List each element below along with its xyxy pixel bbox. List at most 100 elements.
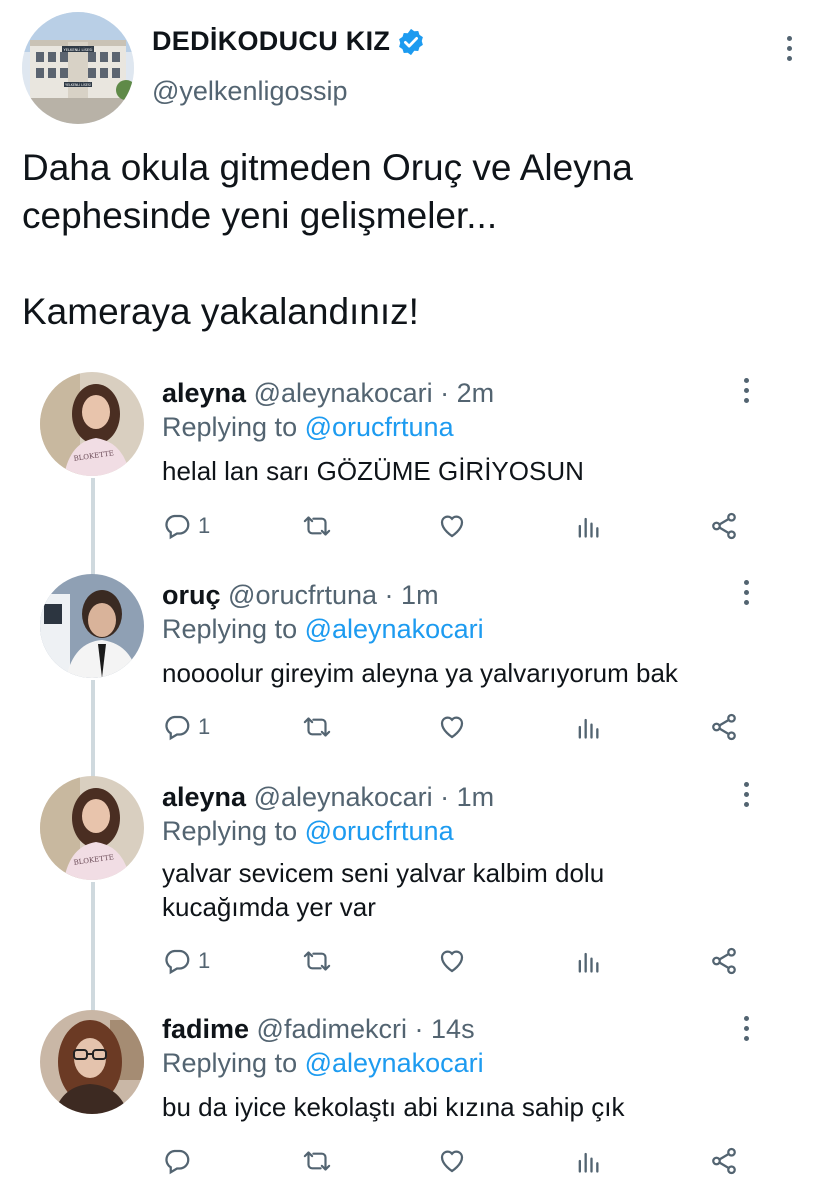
thread-line [91,680,95,779]
more-icon[interactable] [744,782,750,812]
main-handle[interactable]: @yelkenligossip [152,76,348,107]
more-icon[interactable] [744,378,750,408]
reply-icon [165,514,190,540]
reply-button[interactable]: 1 [162,946,210,976]
replying-to: Replying to @aleynakocari [162,1048,484,1079]
replying-prefix: Replying to [162,1048,298,1078]
retweet-button[interactable] [300,1146,334,1176]
replying-to: Replying to @aleynakocari [162,614,484,645]
more-icon[interactable] [787,36,793,66]
main-avatar[interactable]: YELKENLİ LİSESİ YELKENLİ LİSESİ [22,12,134,124]
share-button[interactable] [708,1146,740,1176]
thread-line [91,882,95,1015]
share-icon [712,713,736,741]
reply-name[interactable]: aleyna [162,378,246,408]
reply-handle[interactable]: @aleynakocari [254,782,433,812]
more-icon[interactable] [744,580,750,610]
reply-name[interactable]: fadime [162,1014,249,1044]
reply-avatar-aleyna[interactable]: BLOKETTE [40,776,144,880]
reply-button[interactable] [162,1146,198,1176]
reply-handle[interactable]: @aleynakocari [254,378,433,408]
like-button[interactable] [437,1146,467,1176]
school-building-image: YELKENLİ LİSESİ YELKENLİ LİSESİ [22,12,134,124]
main-text-line-1: Daha okula gitmeden Oruç ve Aleyna [22,147,633,188]
retweet-button[interactable] [300,712,334,742]
reply-button[interactable]: 1 [162,712,210,742]
replying-to-link[interactable]: @aleynakocari [305,1048,484,1078]
reply-sep: · [384,580,394,610]
main-display-name[interactable]: DEDİKODUCU KIZ [152,26,426,57]
heart-icon [440,950,464,973]
replying-to-link[interactable]: @aleynakocari [305,614,484,644]
main-tweet-text: Daha okula gitmeden Oruç ve Aleyna cephes… [22,144,802,336]
verified-badge-icon [399,28,424,55]
avatar-photo: BLOKETTE [40,776,144,880]
analytics-icon [578,517,599,538]
avatar-photo [40,1010,144,1114]
retweet-button[interactable] [300,946,334,976]
reply-sep: · [414,1014,424,1044]
reply-header: aleyna @aleynakocari · 1m [162,782,494,813]
analytics-icon [578,718,599,739]
replying-to-link[interactable]: @orucfrtuna [305,816,454,846]
replying-to: Replying to @orucfrtuna [162,412,454,443]
heart-icon [440,515,464,538]
main-name-text: DEDİKODUCU KIZ [152,26,391,56]
reply-text: helal lan sarı GÖZÜME GİRİYOSUN [162,456,584,486]
reply-name[interactable]: aleyna [162,782,246,812]
thread-line [91,478,95,577]
reply-icon [165,949,190,975]
reply-handle[interactable]: @orucfrtuna [228,580,377,610]
reply-header: oruç @orucfrtuna · 1m [162,580,439,611]
replying-prefix: Replying to [162,412,298,442]
views-button[interactable] [574,1146,602,1176]
main-text-line-2: cephesinde yeni gelişmeler... [22,195,498,236]
reply-time[interactable]: 1m [401,580,439,610]
avatar-photo: BLOKETTE [40,372,144,476]
share-button[interactable] [708,712,740,742]
retweet-icon [303,717,331,737]
reply-count: 1 [198,513,211,538]
views-button[interactable] [574,511,602,541]
avatar-photo [40,574,144,678]
share-icon [712,1147,736,1175]
like-button[interactable] [437,946,467,976]
share-icon [712,947,736,975]
more-icon[interactable] [744,1016,750,1046]
reply-avatar-fadime[interactable] [40,1010,144,1114]
school-sign-top: YELKENLİ LİSESİ [64,47,93,52]
reply-time[interactable]: 1m [457,782,495,812]
retweet-icon [303,516,331,536]
reply-header: aleyna @aleynakocari · 2m [162,378,494,409]
reply-name[interactable]: oruç [162,580,221,610]
reply-header: fadime @fadimekcri · 14s [162,1014,475,1045]
reply-avatar-aleyna[interactable]: BLOKETTE [40,372,144,476]
reply-text: yalvar sevicem seni yalvar kalbim dolu k… [162,858,605,922]
reply-count: 1 [198,948,211,973]
replying-to: Replying to @orucfrtuna [162,816,454,847]
reply-text: noooolur gireyim aleyna ya yalvarıyorum … [162,658,678,688]
reply-button[interactable]: 1 [162,511,210,541]
main-text-line-3: Kameraya yakalandınız! [22,291,419,332]
like-button[interactable] [437,511,467,541]
views-button[interactable] [574,946,602,976]
reply-handle[interactable]: @fadimekcri [257,1014,407,1044]
share-icon [712,512,736,540]
replying-prefix: Replying to [162,614,298,644]
reply-avatar-oruc[interactable] [40,574,144,678]
reply-count: 1 [198,714,211,739]
analytics-icon [578,1152,599,1173]
retweet-button[interactable] [300,511,334,541]
retweet-icon [303,951,331,971]
share-button[interactable] [708,511,740,541]
like-button[interactable] [437,712,467,742]
replying-to-link[interactable]: @orucfrtuna [305,412,454,442]
reply-icon [165,1149,190,1175]
reply-sep: · [440,378,450,408]
heart-icon [440,716,464,739]
reply-time[interactable]: 2m [457,378,495,408]
reply-icon [165,715,190,741]
views-button[interactable] [574,712,602,742]
share-button[interactable] [708,946,740,976]
reply-time[interactable]: 14s [431,1014,475,1044]
